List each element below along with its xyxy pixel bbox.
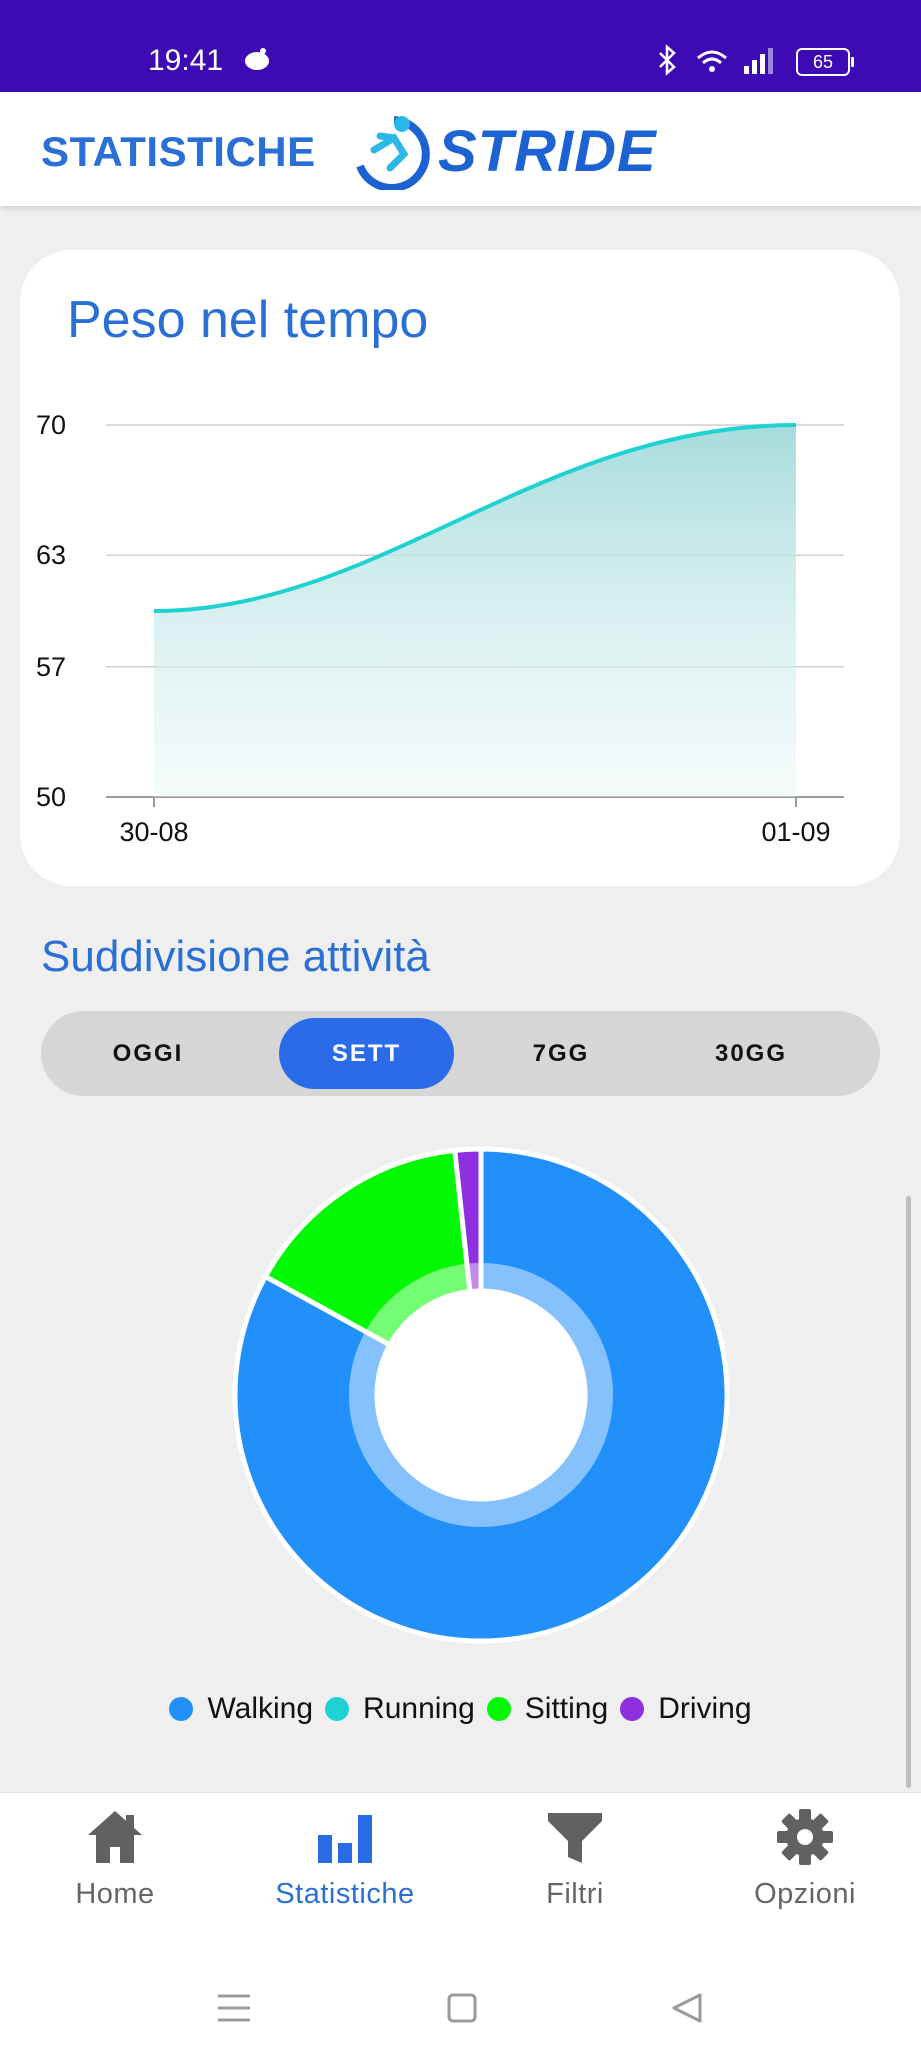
nav-statistiche[interactable]: Statistiche bbox=[230, 1807, 460, 1911]
donut-slice-sitting bbox=[262, 1147, 473, 1349]
bottom-navigation: Home Statistiche Filtri Opzioni bbox=[0, 1792, 921, 1957]
status-bar: 19:41 65 bbox=[0, 0, 921, 92]
back-triangle-icon[interactable] bbox=[670, 1992, 704, 2029]
activity-section-title: Suddivisione attività bbox=[41, 932, 430, 981]
nav-filtri[interactable]: Filtri bbox=[460, 1807, 690, 1911]
donut-slice-driving bbox=[452, 1146, 484, 1295]
signal-icon bbox=[744, 48, 773, 74]
legend-label: Driving bbox=[658, 1692, 752, 1725]
x-tick-label: 30-08 bbox=[119, 817, 188, 847]
tab-oggi[interactable]: OGGI bbox=[63, 1018, 233, 1089]
legend-dot bbox=[325, 1697, 350, 1721]
y-tick-label: 50 bbox=[36, 782, 66, 812]
weight-chart-card: Peso nel tempo 70 63 57 50 30-08 01-09 bbox=[20, 250, 900, 886]
system-nav-bar bbox=[0, 1956, 921, 2048]
app-bar: STATISTICHE STRIDE bbox=[0, 92, 921, 206]
donut-hole bbox=[377, 1291, 585, 1499]
home-square-icon[interactable] bbox=[446, 1992, 478, 2029]
legend-label: Running bbox=[363, 1692, 475, 1725]
nav-label: Opzioni bbox=[754, 1878, 856, 1910]
page-title: STATISTICHE bbox=[41, 128, 316, 175]
bar-chart-icon bbox=[314, 1815, 376, 1871]
donut-inner-ring bbox=[349, 1263, 613, 1527]
runner-logo-icon bbox=[350, 110, 436, 195]
weight-area-chart: 70 63 57 50 30-08 01-09 bbox=[36, 410, 844, 847]
x-tick-label: 01-09 bbox=[761, 817, 830, 847]
area-fill bbox=[154, 425, 796, 797]
tab-sett[interactable]: SETT bbox=[279, 1018, 454, 1089]
y-tick-label: 63 bbox=[36, 540, 66, 570]
legend-dot bbox=[620, 1697, 645, 1721]
legend-label: Sitting bbox=[524, 1692, 609, 1725]
legend-item-driving: Driving bbox=[620, 1692, 752, 1726]
scrollbar[interactable] bbox=[906, 1196, 911, 1788]
nav-label: Home bbox=[75, 1878, 155, 1910]
filter-icon bbox=[544, 1813, 606, 1871]
status-time: 19:41 bbox=[148, 44, 224, 77]
battery-indicator: 65 bbox=[796, 48, 854, 76]
legend-item-walking: Walking bbox=[169, 1692, 313, 1726]
donut-slice-walking bbox=[232, 1146, 730, 1644]
y-tick-label: 70 bbox=[36, 410, 66, 440]
notification-icon bbox=[242, 46, 272, 77]
nav-home[interactable]: Home bbox=[0, 1807, 230, 1911]
legend-item-running: Running bbox=[325, 1692, 475, 1726]
nav-opzioni[interactable]: Opzioni bbox=[690, 1807, 920, 1911]
legend-label: Walking bbox=[207, 1692, 314, 1725]
y-tick-label: 57 bbox=[36, 652, 66, 682]
bluetooth-icon bbox=[659, 44, 676, 76]
home-icon bbox=[84, 1811, 146, 1871]
nav-label: Filtri bbox=[546, 1878, 604, 1910]
legend-item-sitting: Sitting bbox=[486, 1692, 609, 1726]
wifi-icon bbox=[697, 50, 727, 65]
nav-label: Statistiche bbox=[275, 1878, 415, 1910]
chart-legend: Walking Running Sitting Driving bbox=[0, 1692, 921, 1726]
menu-icon[interactable] bbox=[216, 1992, 252, 2029]
legend-dot bbox=[486, 1697, 511, 1721]
legend-dot bbox=[169, 1697, 194, 1721]
period-selector: OGGI SETT 7GG 30GG bbox=[41, 1011, 880, 1096]
logo-text: STRIDE bbox=[438, 119, 657, 184]
gear-icon bbox=[774, 1809, 836, 1871]
status-icons bbox=[656, 44, 786, 83]
tab-7gg[interactable]: 7GG bbox=[471, 1018, 651, 1089]
tab-30gg[interactable]: 30GG bbox=[661, 1018, 841, 1089]
